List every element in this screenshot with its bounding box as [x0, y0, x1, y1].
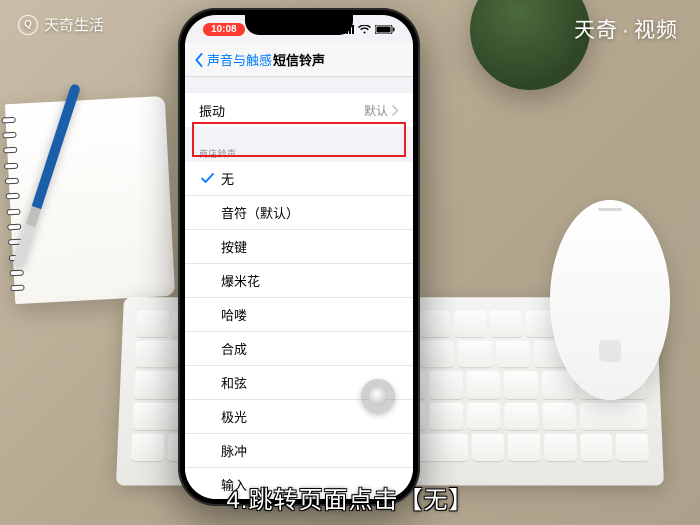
- vibration-label: 振动: [199, 101, 364, 120]
- tone-label: 音符（默认）: [221, 203, 399, 222]
- brand-logo-icon: Q: [18, 15, 38, 35]
- status-time: 10:08: [203, 23, 245, 36]
- assistive-touch[interactable]: [361, 379, 395, 413]
- tone-label: 脉冲: [221, 441, 399, 460]
- checkmark-icon: [199, 173, 215, 184]
- back-label: 声音与触感: [207, 50, 272, 69]
- tone-row[interactable]: 合成: [185, 332, 413, 366]
- chevron-right-icon: [392, 105, 399, 116]
- notebook-spiral: [1, 112, 25, 296]
- tone-label: 按键: [221, 237, 399, 256]
- nav-bar: 声音与触感 短信铃声: [185, 43, 413, 77]
- tone-row[interactable]: 哈喽: [185, 298, 413, 332]
- phone-screen: 10:08 声音与触感 短信铃声 振动 默认: [185, 15, 413, 499]
- chevron-left-icon: [193, 53, 205, 67]
- plant-pot: [470, 0, 590, 90]
- vibration-group: 振动 默认: [185, 93, 413, 127]
- tone-row[interactable]: 爆米花: [185, 264, 413, 298]
- watermark-right: 天奇·视频: [574, 14, 678, 44]
- mouse: [550, 200, 670, 400]
- phone-notch: [245, 15, 353, 35]
- tone-label: 合成: [221, 339, 399, 358]
- tones-list: 无音符（默认）按键爆米花哈喽合成和弦极光脉冲输入完成圆圈竹子经典: [185, 162, 413, 499]
- watermark-left: Q 天奇生活: [18, 14, 104, 35]
- tone-row[interactable]: 脉冲: [185, 434, 413, 468]
- tone-label: 哈喽: [221, 305, 399, 324]
- vibration-value: 默认: [364, 102, 399, 119]
- tone-label: 无: [221, 169, 399, 188]
- tone-label: 爆米花: [221, 271, 399, 290]
- wifi-icon: [358, 25, 371, 34]
- tone-row[interactable]: 按键: [185, 230, 413, 264]
- settings-content[interactable]: 振动 默认 商店铃声 无音符（默认）按键爆米花哈喽合成和弦极光脉冲输入完成圆圈竹…: [185, 77, 413, 499]
- brand-left-text: 天奇生活: [44, 14, 104, 35]
- notebook: [5, 96, 175, 304]
- vibration-row[interactable]: 振动 默认: [185, 93, 413, 127]
- store-header: 商店铃声: [185, 143, 413, 162]
- phone-frame: 10:08 声音与触感 短信铃声 振动 默认: [178, 8, 420, 506]
- tone-row[interactable]: 无: [185, 162, 413, 196]
- battery-icon: [375, 25, 395, 34]
- tutorial-caption: 4.跳转页面点击【无】: [0, 480, 700, 515]
- assistive-touch-icon: [369, 387, 387, 405]
- back-button[interactable]: 声音与触感: [193, 50, 272, 69]
- tone-row[interactable]: 音符（默认）: [185, 196, 413, 230]
